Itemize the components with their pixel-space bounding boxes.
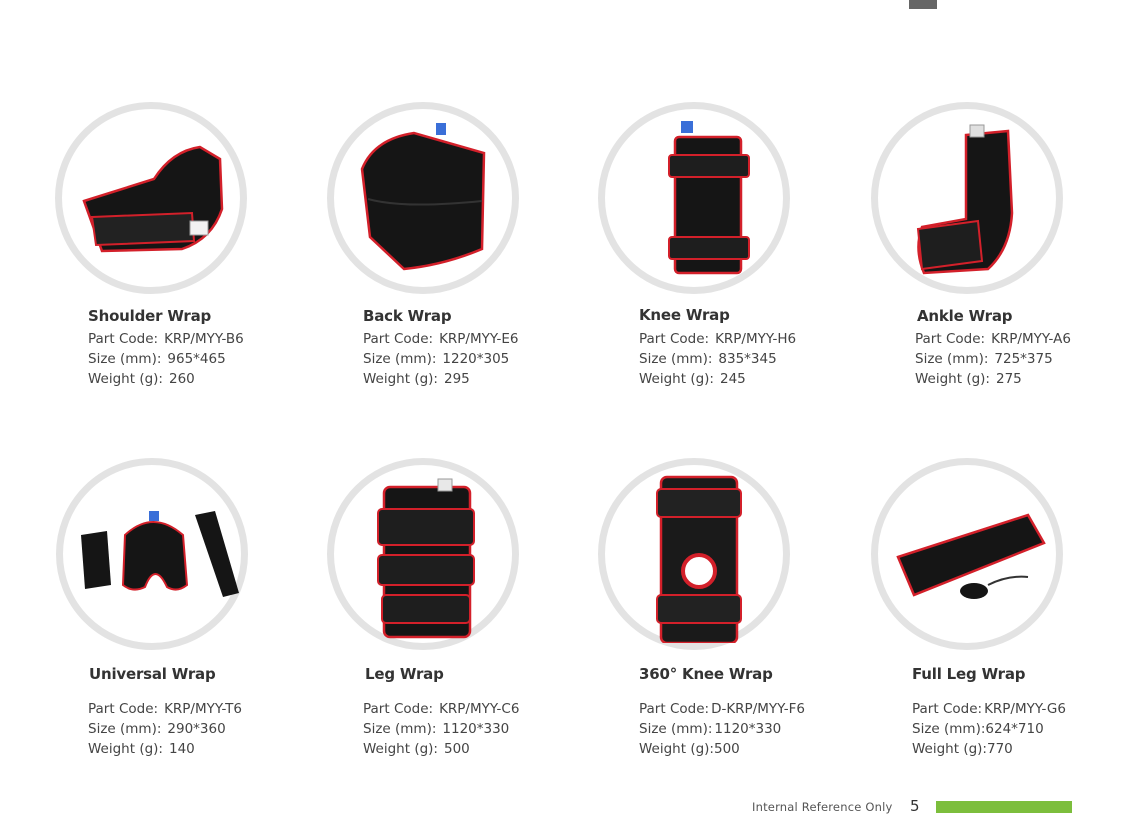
back-wrap-image <box>327 102 519 294</box>
size: Size (mm): 1220*305 <box>363 351 510 367</box>
part-code: Part Code: KRP/MYY-E6 <box>363 331 519 347</box>
part-code: Part Code: KRP/MYY-G6 <box>912 701 1066 717</box>
size: Size (mm): 1120*330 <box>363 721 510 737</box>
page-number: 5 <box>910 797 920 815</box>
part-code: Part Code: KRP/MYY-A6 <box>915 331 1071 347</box>
weight: Weight (g):500 <box>363 741 470 757</box>
shoulder-wrap-image <box>55 102 247 294</box>
weight: Weight (g): 275 <box>915 371 1022 387</box>
footer-note: Internal Reference Only <box>752 800 893 814</box>
product-name: Universal Wrap <box>89 665 216 683</box>
weight: Weight (g):500 <box>639 741 740 757</box>
footer-accent-bar <box>936 801 1072 813</box>
universal-wrap-image <box>56 458 248 650</box>
full-leg-wrap-image <box>871 458 1063 650</box>
product-name: Knee Wrap <box>639 306 730 324</box>
product-name: Back Wrap <box>363 307 452 325</box>
size: Size (mm): 1120*330 <box>639 721 782 737</box>
product-name: Shoulder Wrap <box>88 307 212 325</box>
product-name: Leg Wrap <box>365 665 444 683</box>
product-name: Full Leg Wrap <box>912 665 1026 683</box>
weight: Weight (g): 140 <box>88 741 195 757</box>
weight: Weight (g): 295 <box>363 371 470 387</box>
weight: Weight (g):770 <box>912 741 1013 757</box>
ankle-wrap-image <box>871 102 1063 294</box>
part-code: Part Code: D-KRP/MYY-F6 <box>639 701 806 717</box>
part-code: Part Code: KRP/MYY-B6 <box>88 331 244 347</box>
weight: Weight (g): 260 <box>88 371 195 387</box>
size: Size (mm): 835*345 <box>639 351 777 367</box>
product-name: Ankle Wrap <box>917 307 1013 325</box>
knee-wrap-image <box>598 102 790 294</box>
leg-wrap-image <box>327 458 519 650</box>
size: Size (mm): 290*360 <box>88 721 226 737</box>
part-code: Part Code: KRP/MYY-C6 <box>363 701 520 717</box>
size: Size (mm): 965*465 <box>88 351 226 367</box>
product-name: 360° Knee Wrap <box>639 665 773 683</box>
360-knee-wrap-image <box>598 458 790 650</box>
part-code: Part Code: KRP/MYY-T6 <box>88 701 242 717</box>
corner-marker <box>909 0 937 9</box>
weight: Weight (g): 245 <box>639 371 746 387</box>
size: Size (mm): 725*375 <box>915 351 1053 367</box>
size: Size (mm):624*710 <box>912 721 1044 737</box>
part-code: Part Code: KRP/MYY-H6 <box>639 331 797 347</box>
